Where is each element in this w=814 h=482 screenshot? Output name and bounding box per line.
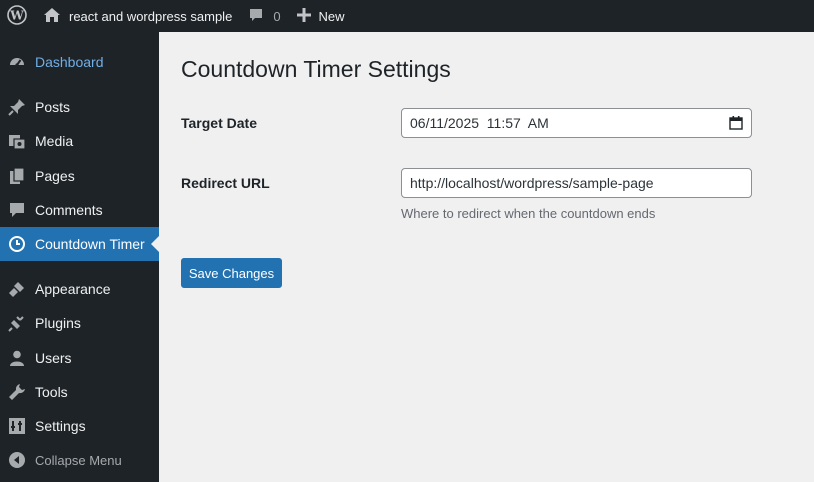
home-icon <box>43 7 61 26</box>
comment-bubble-icon <box>248 7 264 26</box>
sidebar-item-countdown-timer[interactable]: Countdown Timer <box>0 227 159 261</box>
calendar-icon[interactable] <box>729 116 743 130</box>
sidebar-item-label: Settings <box>35 418 86 434</box>
sidebar-item-label: Appearance <box>35 281 111 297</box>
collapse-menu-button[interactable]: Collapse Menu <box>0 443 159 477</box>
wrench-icon <box>7 382 27 402</box>
sidebar-item-label: Countdown Timer <box>35 236 145 252</box>
new-label: New <box>318 8 345 24</box>
comments-count: 0 <box>273 8 281 24</box>
sidebar-item-settings[interactable]: Settings <box>0 409 159 443</box>
admin-sidebar: Dashboard Posts Media Pages Comments Cou… <box>0 32 159 482</box>
wordpress-logo-menu[interactable]: W <box>0 0 34 32</box>
sidebar-item-label: Tools <box>35 384 68 400</box>
sliders-icon <box>7 416 27 436</box>
plug-icon <box>7 313 27 333</box>
media-icon <box>7 131 27 151</box>
settings-page: Countdown Timer Settings Target Date 06/… <box>159 32 814 482</box>
sidebar-item-dashboard[interactable]: Dashboard <box>0 45 159 79</box>
site-name-menu[interactable]: react and wordpress sample <box>34 0 240 32</box>
collapse-menu-label: Collapse Menu <box>35 452 122 468</box>
page-title: Countdown Timer Settings <box>181 56 451 82</box>
pages-icon <box>7 166 27 186</box>
sidebar-item-tools[interactable]: Tools <box>0 375 159 409</box>
clock-icon <box>7 234 27 254</box>
new-content-menu[interactable]: New <box>289 0 353 32</box>
save-changes-button[interactable]: Save Changes <box>181 258 282 288</box>
redirect-url-input[interactable]: http://localhost/wordpress/sample-page <box>401 168 752 198</box>
svg-text:W: W <box>9 8 24 22</box>
target-date-value: 06/11/2025 11:57 AM <box>410 115 549 131</box>
sidebar-item-users[interactable]: Users <box>0 341 159 375</box>
comments-menu[interactable]: 0 <box>240 0 288 32</box>
sidebar-item-plugins[interactable]: Plugins <box>0 306 159 340</box>
sidebar-item-label: Dashboard <box>35 54 104 70</box>
sidebar-item-posts[interactable]: Posts <box>0 90 159 124</box>
target-date-label: Target Date <box>181 115 257 131</box>
sidebar-item-label: Plugins <box>35 315 81 331</box>
brush-icon <box>7 279 27 299</box>
site-name: react and wordpress sample <box>69 8 233 24</box>
pin-icon <box>7 97 27 117</box>
dashboard-icon <box>7 52 27 72</box>
redirect-url-value: http://localhost/wordpress/sample-page <box>410 175 654 191</box>
redirect-url-label: Redirect URL <box>181 175 270 191</box>
sidebar-item-label: Users <box>35 350 72 366</box>
sidebar-item-media[interactable]: Media <box>0 124 159 158</box>
user-icon <box>7 348 27 368</box>
sidebar-item-appearance[interactable]: Appearance <box>0 272 159 306</box>
sidebar-item-label: Media <box>35 133 74 149</box>
target-date-input[interactable]: 06/11/2025 11:57 AM <box>401 108 752 138</box>
sidebar-item-label: Posts <box>35 99 71 115</box>
comment-icon <box>7 200 27 220</box>
sidebar-item-pages[interactable]: Pages <box>0 159 159 193</box>
redirect-url-description: Where to redirect when the countdown end… <box>401 206 656 221</box>
admin-bar: W react and wordpress sample 0 New <box>0 0 814 32</box>
sidebar-item-comments[interactable]: Comments <box>0 193 159 227</box>
sidebar-item-label: Pages <box>35 168 75 184</box>
plus-icon <box>296 7 311 25</box>
sidebar-item-label: Comments <box>35 202 103 218</box>
wordpress-logo-icon: W <box>7 4 27 28</box>
collapse-arrow-icon <box>7 450 27 470</box>
